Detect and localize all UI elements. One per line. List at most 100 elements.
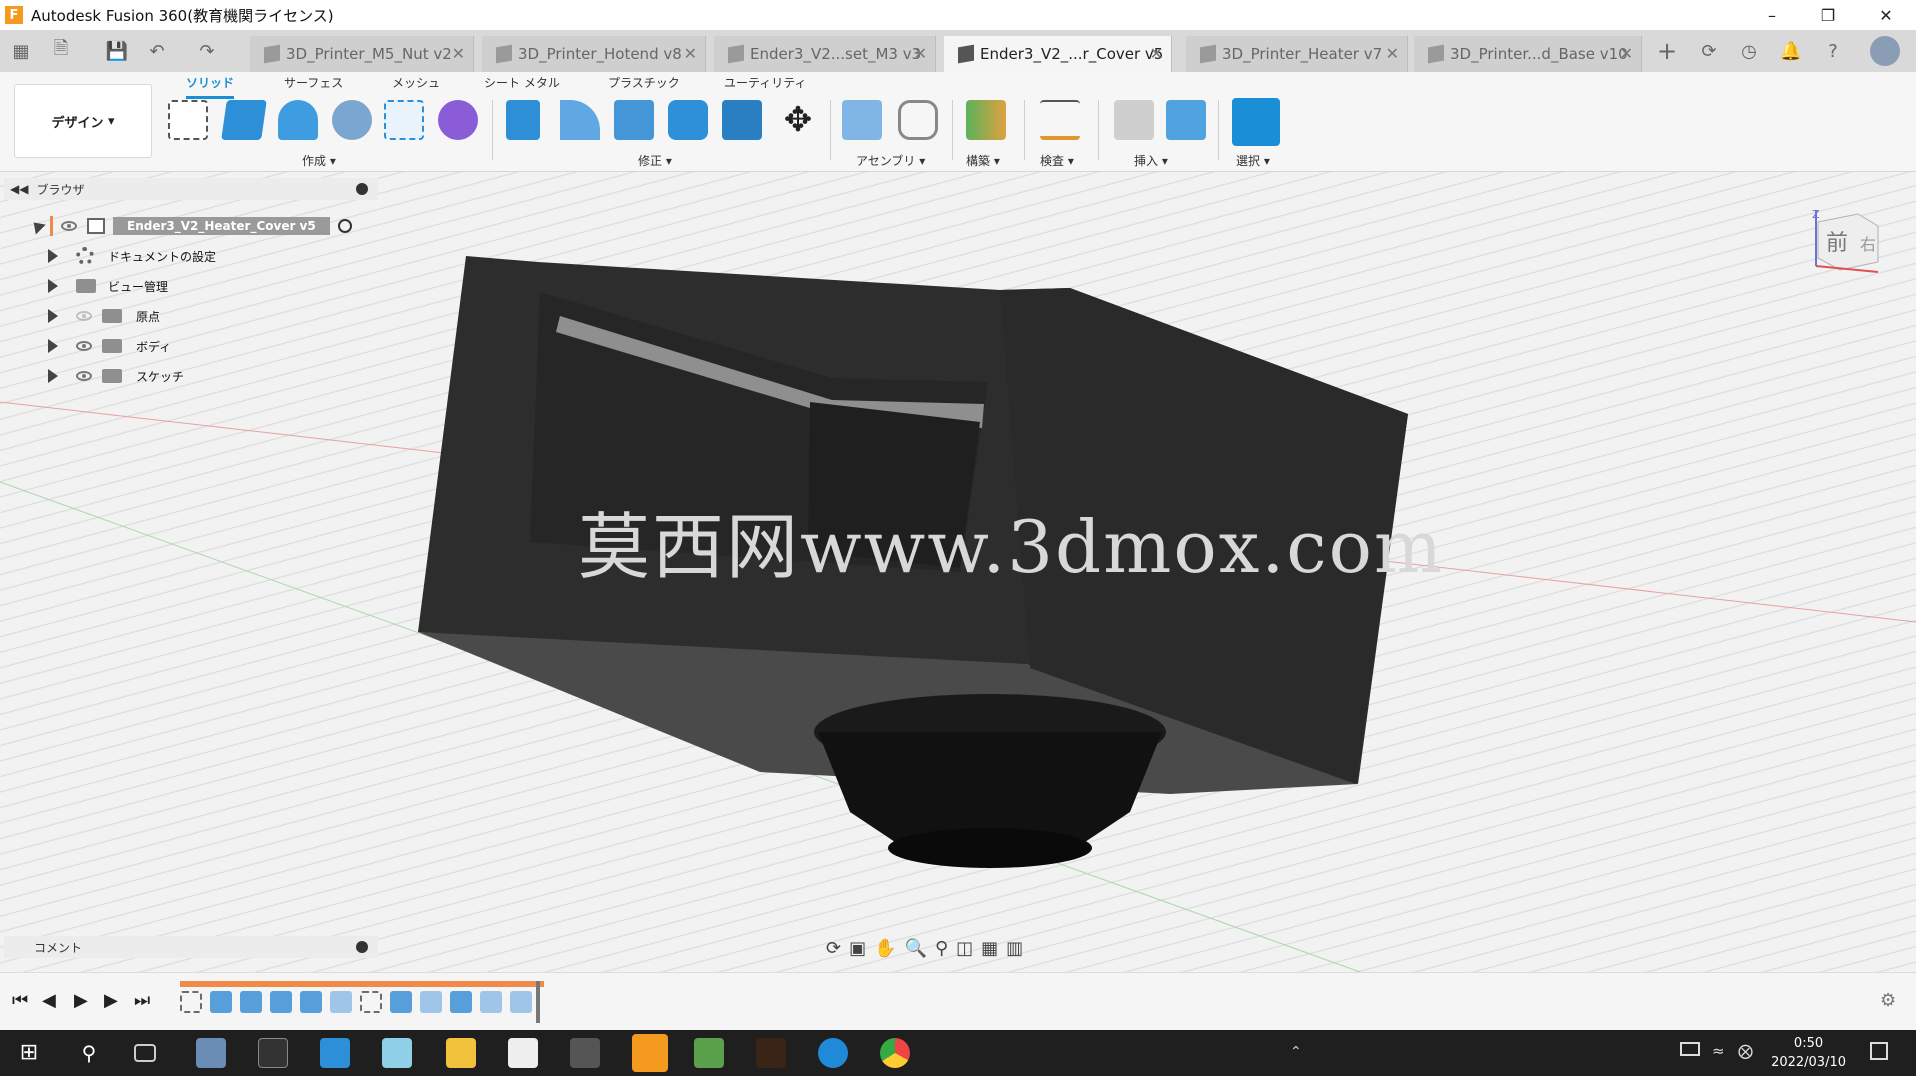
- group-assembly[interactable]: アセンブリ ▾: [856, 152, 925, 169]
- tab-sheet-metal[interactable]: シート メタル: [484, 74, 560, 91]
- tab-surface[interactable]: サーフェス: [284, 74, 343, 91]
- viewcube-front-label[interactable]: 前: [1826, 231, 1848, 256]
- timeline-extrude-feature[interactable]: [240, 991, 262, 1013]
- fusion-360-taskbar-icon[interactable]: [632, 1034, 668, 1072]
- taskbar-app-icon[interactable]: [196, 1038, 226, 1068]
- expand-triangle-icon[interactable]: [48, 249, 58, 263]
- data-panel-grid-icon[interactable]: ▦: [4, 34, 38, 68]
- hole-icon[interactable]: [332, 100, 372, 140]
- edge-browser-icon[interactable]: [818, 1038, 848, 1068]
- timeline-extrude-feature[interactable]: [210, 991, 232, 1013]
- group-modify[interactable]: 修正 ▾: [638, 152, 672, 169]
- minimize-button[interactable]: –: [1744, 0, 1800, 30]
- revolve-icon[interactable]: [278, 100, 318, 140]
- tab-set-m3[interactable]: Ender3_V2...set_M3 v3 ✕: [714, 36, 936, 72]
- clock-icon[interactable]: ◷: [1732, 34, 1766, 68]
- browser-item-sketches[interactable]: スケッチ: [48, 364, 184, 388]
- close-tab-icon[interactable]: ✕: [914, 44, 927, 63]
- timeline-range-marker[interactable]: [180, 981, 544, 987]
- form-icon[interactable]: [438, 100, 478, 140]
- job-status-icon[interactable]: ⟳: [1692, 34, 1726, 68]
- file-explorer-icon[interactable]: [446, 1038, 476, 1068]
- grid-settings-icon[interactable]: ▦: [981, 938, 998, 959]
- browser-item-document-settings[interactable]: ドキュメントの設定: [48, 244, 216, 268]
- add-comment-icon[interactable]: [356, 941, 368, 953]
- insert-canvas-icon[interactable]: [1166, 100, 1206, 140]
- tray-chevron-icon[interactable]: ⌃: [1290, 1044, 1302, 1060]
- browser-item-bodies[interactable]: ボディ: [48, 334, 171, 358]
- display-settings-icon[interactable]: ◫: [956, 938, 973, 959]
- help-icon[interactable]: ?: [1816, 34, 1850, 68]
- taskbar-app-icon[interactable]: [756, 1038, 786, 1068]
- chrome-browser-icon[interactable]: [880, 1038, 910, 1068]
- visibility-eye-icon[interactable]: [76, 341, 92, 351]
- go-to-start-icon[interactable]: ⏮: [12, 990, 28, 1011]
- timeline-sketch-feature[interactable]: [180, 991, 202, 1013]
- tab-heater-cover[interactable]: Ender3_V2_...r_Cover v5 ✕: [944, 36, 1172, 72]
- redo-icon[interactable]: ↷: [190, 34, 224, 68]
- taskbar-app-icon[interactable]: [570, 1038, 600, 1068]
- task-view-icon[interactable]: [134, 1044, 156, 1062]
- collapse-panel-icon[interactable]: ◀◀: [10, 182, 28, 196]
- expand-triangle-icon[interactable]: [48, 369, 58, 383]
- expand-triangle-icon[interactable]: [48, 339, 58, 353]
- close-tab-icon[interactable]: ✕: [684, 44, 697, 63]
- tab-utilities[interactable]: ユーティリティ: [724, 74, 807, 91]
- browser-item-origin[interactable]: 原点: [48, 304, 160, 328]
- chamfer-icon[interactable]: [614, 100, 654, 140]
- play-icon[interactable]: ▶: [74, 990, 88, 1011]
- expand-triangle-icon[interactable]: [48, 309, 58, 323]
- close-tab-icon[interactable]: ✕: [1150, 44, 1163, 63]
- insert-derive-icon[interactable]: [1114, 100, 1154, 140]
- orbit-icon[interactable]: ⟳: [826, 938, 841, 959]
- fillet-icon[interactable]: [560, 100, 600, 140]
- press-pull-icon[interactable]: [506, 100, 540, 140]
- extrude-icon[interactable]: [221, 100, 267, 140]
- timeline-extrude-feature[interactable]: [390, 991, 412, 1013]
- select-cursor-icon[interactable]: [1232, 98, 1280, 146]
- fit-icon[interactable]: ⚲: [935, 938, 948, 959]
- file-menu-icon[interactable]: 🗎: [44, 34, 78, 68]
- pan-hand-icon[interactable]: ✋: [874, 938, 896, 959]
- move-icon[interactable]: ✥: [778, 100, 818, 140]
- user-avatar[interactable]: [1870, 36, 1900, 66]
- group-inspect[interactable]: 検査 ▾: [1040, 152, 1074, 169]
- look-at-icon[interactable]: ▣: [849, 938, 866, 959]
- tab-hotend[interactable]: 3D_Printer_Hotend v8 ✕: [482, 36, 706, 72]
- battery-icon[interactable]: [1680, 1042, 1700, 1056]
- volume-muted-icon[interactable]: ⨂: [1738, 1042, 1753, 1060]
- offset-plane-icon[interactable]: [966, 100, 1006, 140]
- timeline-settings-gear-icon[interactable]: ⚙: [1880, 990, 1896, 1011]
- viewports-icon[interactable]: ▥: [1006, 938, 1023, 959]
- combine-icon[interactable]: [722, 100, 762, 140]
- timeline-extrude-feature[interactable]: [300, 991, 322, 1013]
- group-construct[interactable]: 構築 ▾: [966, 152, 1000, 169]
- step-forward-icon[interactable]: ▶: [104, 990, 118, 1011]
- visibility-eye-icon[interactable]: [76, 371, 92, 381]
- wifi-icon[interactable]: ≈: [1712, 1042, 1725, 1060]
- viewcube-right-label[interactable]: 右: [1860, 235, 1876, 254]
- browser-root-node[interactable]: Ender3_V2_Heater_Cover v5: [26, 214, 352, 238]
- viewcube[interactable]: Z 前 右: [1808, 208, 1884, 274]
- windows-start-icon[interactable]: ⊞: [14, 1038, 44, 1068]
- group-select[interactable]: 選択 ▾: [1236, 152, 1270, 169]
- expand-triangle-icon[interactable]: [28, 217, 46, 235]
- system-clock[interactable]: 0:50 2022/03/10: [1771, 1034, 1846, 1072]
- undo-icon[interactable]: ↶: [140, 34, 174, 68]
- step-back-icon[interactable]: ◀: [42, 990, 56, 1011]
- activate-radio-icon[interactable]: [337, 219, 352, 233]
- notification-bell-icon[interactable]: 🔔: [1774, 34, 1808, 68]
- timeline-extrude-feature[interactable]: [450, 991, 472, 1013]
- close-tab-icon[interactable]: ✕: [1620, 44, 1633, 63]
- taskbar-app-icon[interactable]: [382, 1038, 412, 1068]
- new-component-icon[interactable]: [842, 100, 882, 140]
- new-tab-plus-icon[interactable]: +: [1650, 34, 1684, 68]
- visibility-eye-icon[interactable]: [76, 311, 92, 321]
- timeline-sketch-feature[interactable]: [360, 991, 382, 1013]
- pattern-icon[interactable]: [384, 100, 424, 140]
- microsoft-store-icon[interactable]: [320, 1038, 350, 1068]
- notification-center-icon[interactable]: [1870, 1042, 1888, 1060]
- group-insert[interactable]: 挿入 ▾: [1134, 152, 1168, 169]
- expand-triangle-icon[interactable]: [48, 279, 58, 293]
- save-icon[interactable]: 💾: [100, 34, 134, 68]
